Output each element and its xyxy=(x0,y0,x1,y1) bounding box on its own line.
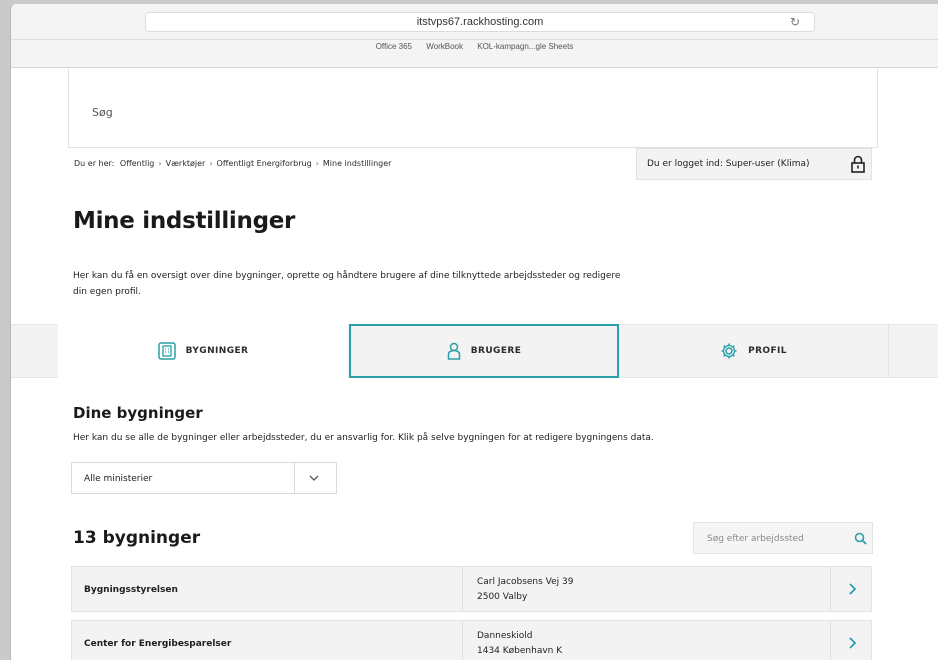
building-address-line1: Danneskiold xyxy=(477,631,533,641)
browser-window: itstvps67.rackhosting.com ↻ Office 365 W… xyxy=(10,4,938,660)
building-row[interactable]: Center for Energibesparelser Danneskiold… xyxy=(71,620,872,660)
login-status[interactable]: Du er logget ind: Super-user (Klima) xyxy=(636,148,872,180)
chrome-divider xyxy=(11,39,938,40)
page-title: Mine indstillinger xyxy=(73,208,296,234)
tab-buildings-label: BYGNINGER xyxy=(185,346,249,356)
chevron-down-icon xyxy=(309,475,319,481)
breadcrumb-item-offentlig[interactable]: Offentlig xyxy=(120,159,154,168)
section-title: Dine bygninger xyxy=(73,404,203,422)
login-status-text: Du er logget ind: Super-user (Klima) xyxy=(647,159,810,169)
breadcrumb-separator: › xyxy=(158,159,162,168)
site-search-input[interactable]: Søg xyxy=(92,106,113,119)
search-icon[interactable] xyxy=(854,532,867,545)
site-search-header: Søg xyxy=(68,68,878,148)
building-address: Danneskiold 1434 København K xyxy=(462,621,830,660)
breadcrumb-prefix: Du er her: xyxy=(74,159,115,168)
tab-buildings[interactable]: BYGNINGER xyxy=(58,324,348,378)
breadcrumb-separator: › xyxy=(315,159,319,168)
bookmark-workbook[interactable]: WorkBook xyxy=(426,42,463,51)
tab-users-label: BRUGERE xyxy=(470,346,522,356)
url-text: itstvps67.rackhosting.com xyxy=(416,16,544,28)
reload-icon[interactable]: ↻ xyxy=(790,15,800,29)
breadcrumb-item-vaerktojer[interactable]: Værktøjer xyxy=(166,159,206,168)
workplace-search-input[interactable]: Søg efter arbejdssted xyxy=(693,522,873,554)
tab-profile[interactable]: PROFIL xyxy=(619,324,889,378)
building-address-line2: 1434 København K xyxy=(477,646,563,656)
row-open-button[interactable] xyxy=(830,621,872,660)
bookmarks-bar: Office 365 WorkBook KOL-kampagn...gle Sh… xyxy=(11,42,938,62)
browser-chrome: itstvps67.rackhosting.com ↻ Office 365 W… xyxy=(11,4,938,68)
page-intro: Her kan du få en oversigt over dine bygn… xyxy=(73,271,621,297)
breadcrumb: Du er her: Offentlig › Værktøjer › Offentlig… xyxy=(74,159,391,168)
bookmark-office365[interactable]: Office 365 xyxy=(376,42,412,51)
ministry-filter-select[interactable]: Alle ministerier xyxy=(71,462,337,494)
section-description: Her kan du se alle de bygninger eller ar… xyxy=(73,433,654,443)
search-placeholder: Søg efter arbejdssted xyxy=(707,534,804,544)
building-address-line2: 2500 Valby xyxy=(477,592,528,602)
building-address: Carl Jacobsens Vej 39 2500 Valby xyxy=(462,567,830,611)
building-address-line1: Carl Jacobsens Vej 39 xyxy=(477,577,574,587)
breadcrumb-separator: › xyxy=(209,159,213,168)
breadcrumb-item-current: Mine indstillinger xyxy=(322,159,392,168)
tab-profile-label: PROFIL xyxy=(748,346,787,356)
ministry-filter-value: Alle ministerier xyxy=(84,474,153,484)
lock-icon xyxy=(851,155,865,173)
bookmark-kol-kampagn[interactable]: KOL-kampagn...gle Sheets xyxy=(477,42,573,51)
building-row[interactable]: Bygningsstyrelsen Carl Jacobsens Vej 39 … xyxy=(71,566,872,612)
building-name: Bygningsstyrelsen xyxy=(84,585,178,595)
building-icon xyxy=(157,342,176,360)
buildings-count: 13 bygninger xyxy=(73,528,201,548)
user-icon xyxy=(447,342,460,360)
gear-icon xyxy=(721,343,737,359)
address-bar[interactable]: itstvps67.rackhosting.com ↻ xyxy=(145,12,815,32)
building-name: Center for Energibesparelser xyxy=(84,639,232,649)
tab-users[interactable]: BRUGERE xyxy=(349,324,619,378)
chevron-right-icon xyxy=(848,583,856,595)
chevron-right-icon xyxy=(848,637,856,649)
select-divider xyxy=(294,463,295,493)
breadcrumb-item-energiforbrug[interactable]: Offentligt Energiforbrug xyxy=(217,159,312,168)
row-open-button[interactable] xyxy=(830,567,872,611)
